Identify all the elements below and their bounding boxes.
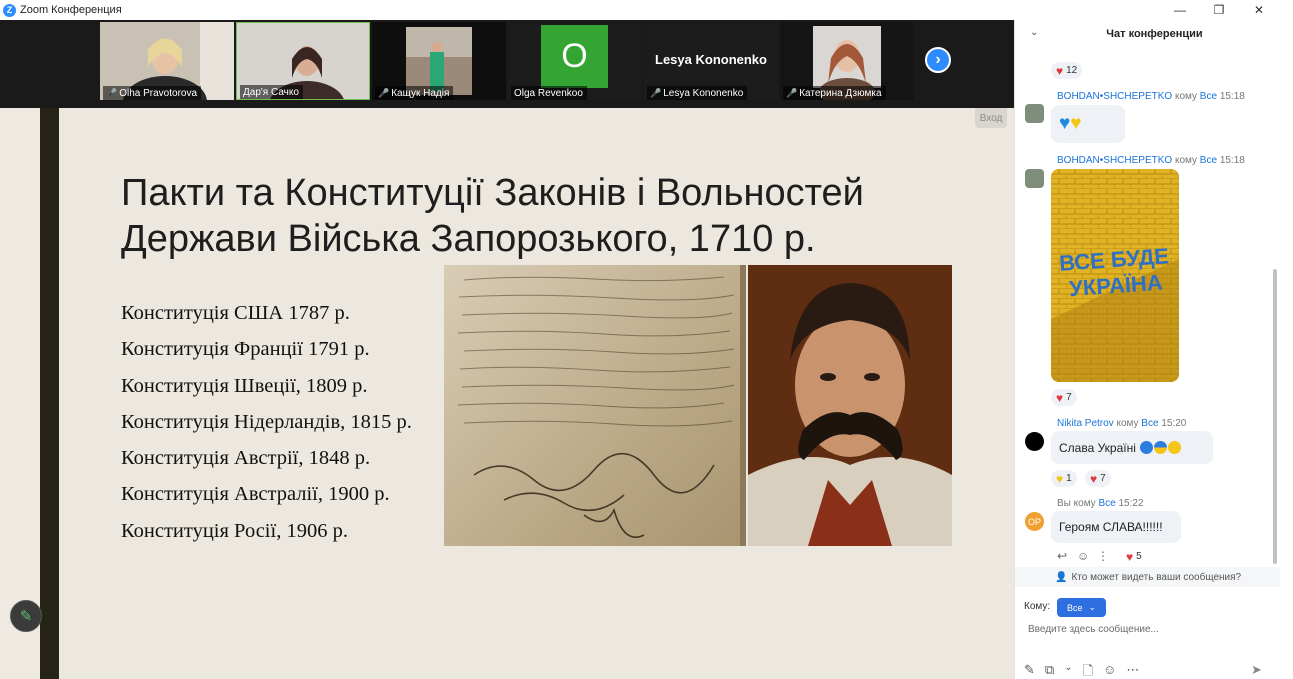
participant-tile[interactable]: 🎤 Olha Pravotorova bbox=[100, 22, 234, 100]
annotate-pen-icon[interactable]: ✎ bbox=[10, 600, 42, 632]
muted-mic-icon: 🎤 bbox=[650, 88, 662, 98]
participant-tile[interactable]: Lesya Kononenko 🎤 Lesya Kononenko bbox=[644, 22, 778, 100]
message-image[interactable]: ВСЕ БУДЕ УКРАЇНА bbox=[1051, 169, 1179, 382]
manuscript-image bbox=[444, 265, 746, 546]
zoom-window: Z Zoom Конференция — ❐ ✕ 🎤 Olha Pravotoro… bbox=[0, 0, 1293, 679]
yellow-heart-icon: ♥ bbox=[1056, 471, 1064, 486]
participant-name: 🎤 Катерина Дзюмка bbox=[783, 86, 886, 100]
recipient-dropdown[interactable]: Все ⌄ bbox=[1057, 598, 1106, 617]
heart-icon: ♥ bbox=[1056, 63, 1064, 78]
heart-icon: ♥ bbox=[1090, 471, 1098, 486]
constitution-list: Конституція США 1787 р. Конституція Фран… bbox=[121, 298, 412, 552]
video-strip: 🎤 Olha Pravotorova Дар'я Сачко 🎤 Кащук Над… bbox=[0, 20, 1014, 108]
muted-mic-icon: 🎤 bbox=[786, 88, 798, 98]
reaction-heart[interactable]: ♥ 12 bbox=[1051, 62, 1083, 79]
hetman-portrait-image bbox=[748, 265, 952, 546]
list-item: Конституція Росії, 1906 р. bbox=[121, 519, 348, 542]
message-input[interactable]: Введите здесь сообщение... bbox=[1028, 624, 1159, 635]
participant-tile[interactable]: 🎤 Катерина Дзюмка bbox=[780, 22, 914, 100]
reply-icon[interactable]: ↩ bbox=[1057, 549, 1067, 563]
heart-icon: ♥ bbox=[1126, 549, 1134, 564]
avatar bbox=[1025, 169, 1044, 188]
participant-tile[interactable]: 🎤 Кащук Надія bbox=[372, 22, 506, 100]
chevron-down-icon[interactable]: ⌄ bbox=[1030, 27, 1038, 38]
participant-name: Дар'я Сачко bbox=[240, 85, 303, 99]
participant-tile[interactable]: O Olga Revenkoo bbox=[508, 22, 642, 100]
format-text-icon[interactable]: ✎ bbox=[1024, 662, 1035, 679]
list-item: Конституція Франції 1791 р. bbox=[121, 338, 370, 361]
list-item: Конституція США 1787 р. bbox=[121, 302, 350, 324]
add-reaction-icon[interactable]: ☺ bbox=[1077, 549, 1089, 563]
message-sender: Вы кому Все 15:22 bbox=[1057, 498, 1144, 509]
message-bubble-hearts: ♥ ♥ bbox=[1051, 105, 1125, 143]
participant-big-name: Lesya Kononenko bbox=[655, 52, 767, 67]
who-can-see-link[interactable]: 👤 Кто может видеть ваши сообщения? bbox=[1015, 567, 1280, 587]
participant-name: Olga Revenkoo bbox=[511, 86, 587, 100]
chevron-down-icon[interactable]: ⌄ bbox=[1064, 662, 1072, 679]
message-bubble: Героям СЛАВА!!!!!! bbox=[1051, 511, 1181, 543]
participant-name: 🎤 Lesya Kononenko bbox=[647, 86, 748, 100]
shared-screen: Вход Пакти та Конституції Законів і Воль… bbox=[0, 108, 1014, 679]
participant-name: 🎤 Кащук Надія bbox=[375, 86, 454, 100]
list-item: Конституція Швеції, 1809 р. bbox=[121, 374, 368, 397]
muted-mic-icon: 🎤 bbox=[378, 88, 390, 98]
muted-mic-icon: 🎤 bbox=[106, 88, 118, 98]
chat-scrollbar[interactable] bbox=[1273, 269, 1277, 564]
emoji-flags-icon bbox=[1139, 441, 1181, 454]
close-button[interactable]: ✕ bbox=[1239, 0, 1279, 20]
screenshot-icon[interactable]: ⧉ bbox=[1045, 662, 1054, 679]
message-sender: BOHDAN•SHCHEPETKO кому Все 15:18 bbox=[1057, 155, 1245, 166]
file-icon[interactable]: 🗋 bbox=[1083, 662, 1093, 679]
chat-toolbar: ✎ ⧉ ⌄ 🗋 ☺ ⋯ bbox=[1024, 662, 1139, 679]
message-sender: Nikita Petrov кому Все 15:20 bbox=[1057, 418, 1187, 429]
reaction-heart[interactable]: ♥ 7 bbox=[1085, 470, 1111, 487]
chevron-down-icon: ⌄ bbox=[1088, 602, 1097, 612]
participant-name: 🎤 Olha Pravotorova bbox=[103, 86, 202, 100]
more-icon[interactable]: ⋯ bbox=[1126, 662, 1139, 679]
emoji-icon[interactable]: ☺ bbox=[1103, 662, 1116, 679]
participant-tile-active-speaker[interactable]: Дар'я Сачко bbox=[236, 22, 370, 100]
send-icon[interactable]: ➤ bbox=[1251, 662, 1262, 678]
more-icon[interactable]: ⋮ bbox=[1097, 549, 1109, 563]
people-icon: 👤 bbox=[1055, 571, 1068, 583]
minimize-button[interactable]: — bbox=[1160, 0, 1200, 20]
maximize-button[interactable]: ❐ bbox=[1199, 0, 1239, 20]
blue-heart-icon: ♥ bbox=[1059, 113, 1071, 134]
message-sender: BOHDAN•SHCHEPETKO кому Все 15:18 bbox=[1057, 91, 1245, 102]
heart-icon: ♥ bbox=[1056, 390, 1064, 405]
list-item: Конституція Нідерландів, 1815 р. bbox=[121, 410, 412, 433]
avatar bbox=[1025, 432, 1044, 451]
window-title: Zoom Конференция bbox=[20, 4, 122, 16]
avatar bbox=[1025, 104, 1044, 123]
list-item: Конституція Австрії, 1848 р. bbox=[121, 447, 371, 470]
title-bar: Z Zoom Конференция — ❐ ✕ bbox=[0, 0, 1293, 20]
message-bubble: Слава Україні bbox=[1051, 431, 1213, 464]
slide-decor-bar bbox=[40, 108, 59, 679]
zoom-logo-icon: Z bbox=[3, 3, 16, 17]
chevron-right-icon[interactable]: › bbox=[925, 47, 951, 73]
yellow-heart-icon: ♥ bbox=[1070, 113, 1082, 134]
reaction-heart[interactable]: ♥ 5 bbox=[1121, 548, 1147, 565]
reaction-heart[interactable]: ♥ 7 bbox=[1051, 389, 1077, 406]
chat-panel: Чат конференции ⌄ ♥ 12 BOHDAN•SHCHEPETKO … bbox=[1014, 20, 1293, 679]
participant-avatar: O bbox=[541, 25, 608, 88]
list-item: Конституція Австралії, 1900 р. bbox=[121, 483, 390, 506]
slide-title: Пакти та Конституції Законів і Вольносте… bbox=[121, 172, 864, 260]
enter-button[interactable]: Вход bbox=[975, 108, 1007, 128]
to-label: Кому: bbox=[1024, 601, 1051, 612]
avatar: OP bbox=[1025, 512, 1044, 531]
reaction-yellow-heart[interactable]: ♥ 1 bbox=[1051, 470, 1077, 487]
chat-title: Чат конференции bbox=[1106, 28, 1203, 40]
